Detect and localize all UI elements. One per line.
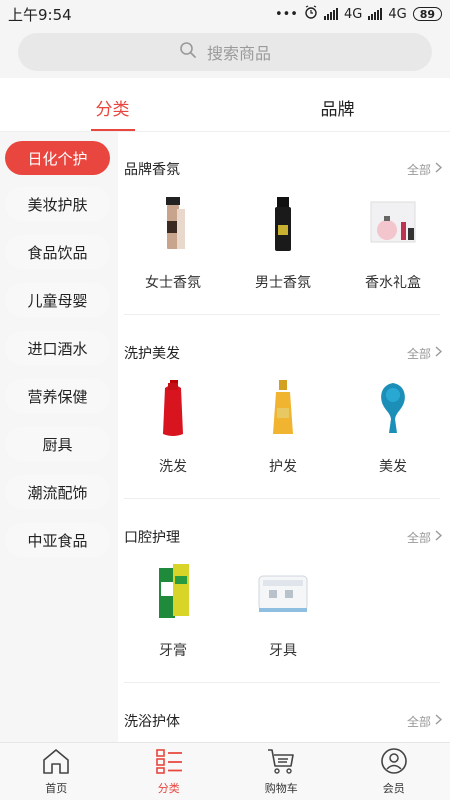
product-label: 洗发 xyxy=(159,459,187,475)
product-label: 护发 xyxy=(269,459,297,475)
view-all-label: 全部 xyxy=(406,346,431,361)
nav-label: 分类 xyxy=(157,782,180,795)
product-grid: 牙膏 牙具 xyxy=(118,562,450,662)
sidebar-item-daily-care[interactable]: 日化个护 xyxy=(5,141,110,175)
shampoo-bottle-icon xyxy=(143,378,203,438)
nav-label: 首页 xyxy=(45,782,68,795)
category-icon xyxy=(154,747,184,778)
view-all-link[interactable]: 全部 xyxy=(406,161,443,178)
bottom-navigation: 首页 分类 购物车 会员 xyxy=(0,742,450,800)
network-label-1: 4G xyxy=(343,6,363,22)
home-icon xyxy=(41,747,71,778)
product-mens-fragrance[interactable]: 男士香氛 xyxy=(228,194,338,294)
toothpaste-icon xyxy=(143,562,203,622)
product-toothbrush-holder[interactable]: 牙具 xyxy=(228,562,338,662)
product-label: 牙具 xyxy=(269,643,297,659)
view-all-label: 全部 xyxy=(406,714,431,729)
product-label: 香水礼盒 xyxy=(365,275,421,291)
section-title: 口腔护理 xyxy=(124,530,180,546)
product-womens-fragrance[interactable]: 女士香氛 xyxy=(118,194,228,294)
battery-icon: 89 xyxy=(412,7,442,21)
perfume-giftbox-icon xyxy=(363,194,423,254)
sidebar-item-accessories[interactable]: 潮流配饰 xyxy=(5,475,110,509)
nav-label: 会员 xyxy=(382,782,405,795)
section-divider xyxy=(124,314,440,315)
product-label: 美发 xyxy=(379,459,407,475)
product-label: 牙膏 xyxy=(159,643,187,659)
toothbrush-holder-icon xyxy=(253,562,313,622)
section-header: 洗护美发 全部 xyxy=(124,338,443,368)
section-header: 口腔护理 全部 xyxy=(124,522,443,552)
section-title: 洗浴护体 xyxy=(124,714,180,730)
more-dots-icon: ••• xyxy=(274,6,298,22)
product-grid: 洗发 护发 美发 xyxy=(118,378,450,478)
nav-label: 购物车 xyxy=(264,782,298,795)
view-all-link[interactable]: 全部 xyxy=(406,345,443,362)
signal-icon xyxy=(323,8,338,20)
view-all-label: 全部 xyxy=(406,162,431,177)
sidebar-item-liquor[interactable]: 进口酒水 xyxy=(5,331,110,365)
sidebar-item-health[interactable]: 营养保健 xyxy=(5,379,110,413)
section-divider xyxy=(124,682,440,683)
hair-brush-icon xyxy=(363,378,423,438)
section-title: 品牌香氛 xyxy=(124,162,180,178)
cart-icon xyxy=(266,747,296,778)
product-label: 男士香氛 xyxy=(255,275,311,291)
sidebar-item-baby[interactable]: 儿童母婴 xyxy=(5,283,110,317)
category-content: 品牌香氛 全部 女士香氛 男士香氛 香水礼盒 洗护美发 全部 洗发 护发 美发 … xyxy=(118,132,450,742)
tab-brand[interactable]: 品牌 xyxy=(225,84,450,131)
chevron-right-icon xyxy=(435,162,443,176)
signal-icon xyxy=(368,8,383,20)
chevron-right-icon xyxy=(435,530,443,544)
network-label-2: 4G xyxy=(388,6,407,22)
nav-category[interactable]: 分类 xyxy=(113,743,226,800)
hair-oil-icon xyxy=(253,378,313,438)
sidebar-item-central-asia-food[interactable]: 中亚食品 xyxy=(5,523,110,557)
men-perfume-icon xyxy=(253,194,313,254)
view-all-link[interactable]: 全部 xyxy=(406,713,443,730)
product-hair-styling[interactable]: 美发 xyxy=(338,378,448,478)
search-area: 搜索商品 xyxy=(0,28,450,78)
perfume-bottle-icon xyxy=(143,194,203,254)
tab-category[interactable]: 分类 xyxy=(0,84,225,131)
category-sidebar: 日化个护 美妆护肤 食品饮品 儿童母婴 进口酒水 营养保健 厨具 潮流配饰 中亚… xyxy=(0,132,118,742)
chevron-right-icon xyxy=(435,714,443,728)
alarm-icon xyxy=(304,5,318,23)
sidebar-item-beauty[interactable]: 美妆护肤 xyxy=(5,187,110,221)
product-shampoo[interactable]: 洗发 xyxy=(118,378,228,478)
status-time: 上午9:54 xyxy=(8,5,72,24)
view-all-link[interactable]: 全部 xyxy=(406,529,443,546)
top-tabs: 分类 品牌 xyxy=(0,84,450,132)
sidebar-item-food[interactable]: 食品饮品 xyxy=(5,235,110,269)
product-hair-treatment[interactable]: 护发 xyxy=(228,378,338,478)
status-bar: 上午9:54 ••• 4G 4G 89 xyxy=(0,0,450,28)
product-perfume-giftset[interactable]: 香水礼盒 xyxy=(338,194,448,294)
nav-member[interactable]: 会员 xyxy=(338,743,450,800)
search-placeholder: 搜索商品 xyxy=(206,44,271,63)
status-icons: ••• 4G 4G 89 xyxy=(275,5,442,23)
view-all-label: 全部 xyxy=(406,530,431,545)
product-grid: 女士香氛 男士香氛 香水礼盒 xyxy=(118,194,450,294)
search-input[interactable]: 搜索商品 xyxy=(18,33,432,71)
search-icon xyxy=(179,41,197,63)
chevron-right-icon xyxy=(435,346,443,360)
nav-home[interactable]: 首页 xyxy=(0,743,113,800)
section-header: 洗浴护体 全部 xyxy=(124,706,443,736)
section-divider xyxy=(124,498,440,499)
product-label: 女士香氛 xyxy=(145,275,201,291)
sidebar-item-kitchen[interactable]: 厨具 xyxy=(5,427,110,461)
member-icon xyxy=(379,747,409,778)
product-toothpaste[interactable]: 牙膏 xyxy=(118,562,228,662)
nav-cart[interactable]: 购物车 xyxy=(225,743,338,800)
section-header: 品牌香氛 全部 xyxy=(124,154,443,184)
section-title: 洗护美发 xyxy=(124,346,180,362)
